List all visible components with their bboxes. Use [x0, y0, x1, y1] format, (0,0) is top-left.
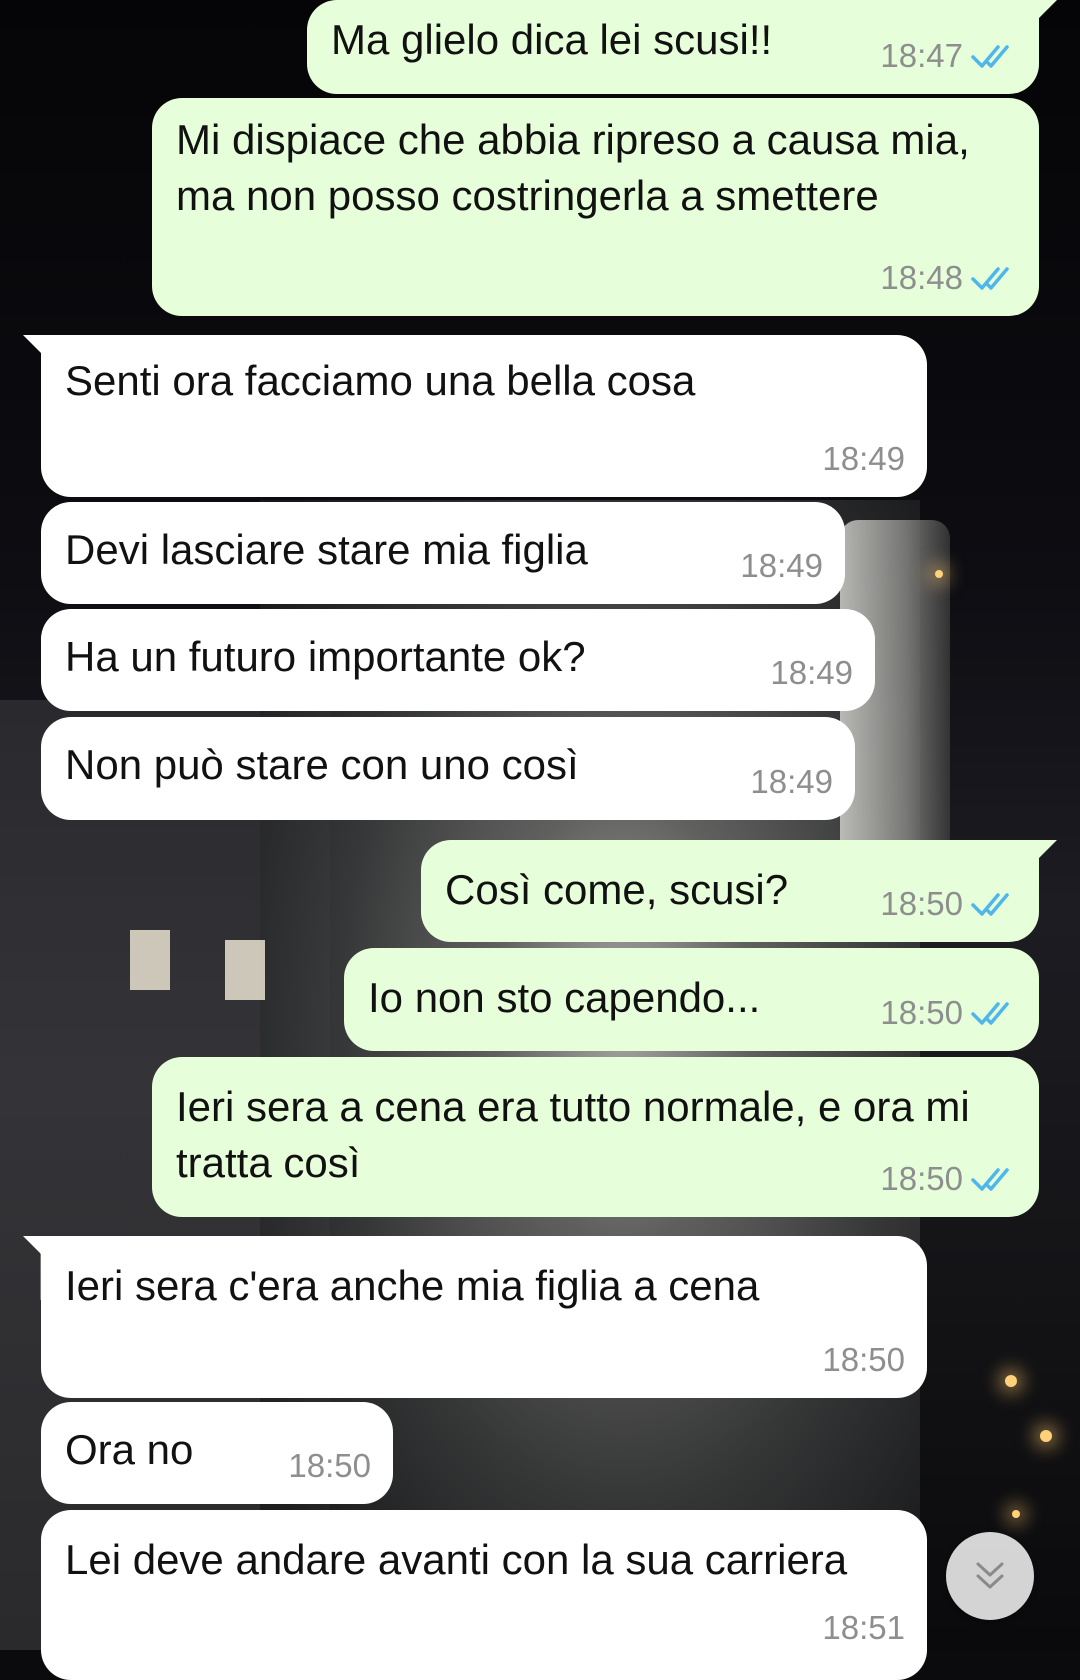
double-check-icon — [971, 1002, 1009, 1025]
message-time: 18:49 — [740, 547, 823, 584]
message-meta: 18:50 — [288, 1438, 371, 1494]
message-text: Ha un futuro importante ok? — [65, 633, 586, 680]
message-text: Lei deve andare avanti con la sua carrie… — [65, 1536, 848, 1583]
message-meta: 18:49 — [750, 754, 833, 810]
message-bubble[interactable]: Ma glielo dica lei scusi!! 18:47 — [307, 0, 1057, 94]
message-meta: 18:50 — [822, 1332, 905, 1388]
message-bubble[interactable]: Così come, scusi? 18:50 — [421, 840, 1057, 942]
scroll-to-bottom-button[interactable] — [946, 1532, 1034, 1620]
message-bubble[interactable]: Lei deve andare avanti con la sua carrie… — [41, 1510, 927, 1680]
message-meta: 18:50 — [880, 1151, 1017, 1207]
double-check-icon — [971, 893, 1009, 916]
message-bubble[interactable]: Ora no 18:50 — [41, 1402, 393, 1504]
message-text: Devi lasciare stare mia figlia — [65, 526, 588, 573]
message-time: 18:50 — [822, 1341, 905, 1378]
message-time: 18:49 — [770, 654, 853, 691]
message-time: 18:50 — [880, 885, 963, 922]
message-bubble[interactable]: Io non sto capendo... 18:50 — [344, 948, 1039, 1051]
message-meta: 18:47 — [880, 28, 1017, 84]
message-bubble[interactable]: Ieri sera a cena era tutto normale, e or… — [152, 1057, 1039, 1217]
message-text: Ieri sera c'era anche mia figlia a cena — [65, 1262, 760, 1309]
message-bubble[interactable]: Non può stare con uno così 18:49 — [41, 717, 855, 820]
message-time: 18:49 — [750, 763, 833, 800]
message-text: Mi dispiace che abbia ripreso a causa mi… — [176, 116, 982, 219]
message-bubble[interactable]: Ha un futuro importante ok? 18:49 — [41, 609, 875, 711]
message-time: 18:49 — [822, 440, 905, 477]
message-text: Senti ora facciamo una bella cosa — [65, 357, 696, 404]
message-time: 18:50 — [288, 1447, 371, 1484]
double-check-icon — [971, 1168, 1009, 1191]
message-time: 18:50 — [880, 1160, 963, 1197]
double-chevron-down-icon — [976, 1562, 1004, 1589]
message-meta: 18:48 — [880, 250, 1017, 306]
message-bubble[interactable]: Senti ora facciamo una bella cosa 18:49 — [23, 335, 927, 497]
message-bubble[interactable]: Mi dispiace che abbia ripreso a causa mi… — [152, 98, 1039, 316]
message-meta: 18:50 — [880, 876, 1017, 932]
message-list[interactable]: Ma glielo dica lei scusi!! 18:47 Mi disp… — [0, 0, 1080, 1680]
message-meta: 18:50 — [880, 985, 1017, 1041]
message-meta: 18:51 — [822, 1600, 905, 1656]
message-text: Non può stare con uno così — [65, 741, 579, 788]
message-bubble[interactable]: Ieri sera c'era anche mia figlia a cena … — [23, 1236, 927, 1398]
message-meta: 18:49 — [740, 538, 823, 594]
double-check-icon — [971, 267, 1009, 290]
message-time: 18:50 — [880, 994, 963, 1031]
double-check-icon — [971, 45, 1009, 68]
message-time: 18:48 — [880, 259, 963, 296]
message-time: 18:47 — [880, 37, 963, 74]
message-meta: 18:49 — [822, 431, 905, 487]
message-bubble[interactable]: Devi lasciare stare mia figlia 18:49 — [41, 502, 845, 604]
message-time: 18:51 — [822, 1609, 905, 1646]
message-meta: 18:49 — [770, 645, 853, 701]
